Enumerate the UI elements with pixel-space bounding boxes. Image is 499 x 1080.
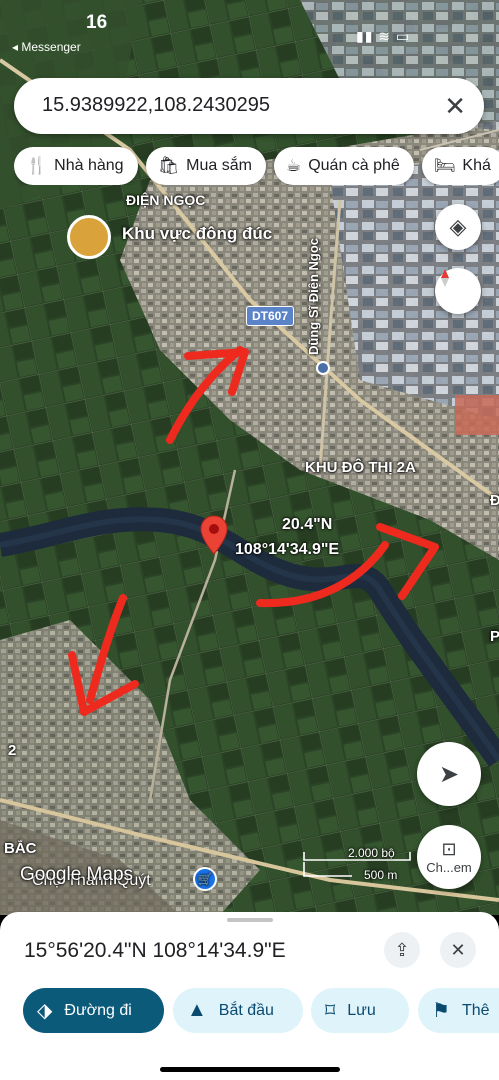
action-label: Thê xyxy=(461,1001,490,1019)
satellite-map[interactable]: ĐIỆN NGỌC Khu vực đông đúc DT607 Dũng Sĩ… xyxy=(0,0,499,915)
search-bar[interactable]: 15.9389922,108.2430295 ✕ xyxy=(14,78,484,134)
camera-icon: ⊡ xyxy=(441,839,457,859)
status-time: 16 xyxy=(86,12,108,33)
close-button[interactable]: ✕ xyxy=(440,932,476,968)
chip-shopping[interactable]: 🛍 Mua sắm xyxy=(145,147,266,185)
hotel-icon: 🛏 xyxy=(433,156,456,175)
place-bottom-sheet[interactable]: 15°56'20.4"N 108°14'34.9"E ⇪ ✕ ⬗ Đường đi… xyxy=(0,912,499,1080)
close-icon: ✕ xyxy=(450,939,466,960)
scale-metric: 500 m xyxy=(364,868,398,882)
search-query[interactable]: 15.9389922,108.2430295 xyxy=(42,94,270,117)
transit-icon xyxy=(316,361,330,375)
shopping-icon: 🛍 xyxy=(157,156,180,175)
back-to-app-link[interactable]: ◂ Messenger xyxy=(12,40,81,54)
street-view-label: Ch...em xyxy=(426,860,472,875)
action-label: Đường đi xyxy=(64,1001,132,1019)
signal-wifi-battery-icon: ▮▮ ≋ ▭ xyxy=(356,28,411,44)
share-button[interactable]: ⇪ xyxy=(384,932,420,968)
directions-button[interactable]: ⬗ Đường đi xyxy=(23,988,164,1033)
directions-icon: ⬗ xyxy=(37,1000,53,1022)
flag-button[interactable]: ⚑ Thê xyxy=(418,988,499,1033)
chip-label: Nhà hàng xyxy=(54,157,124,174)
compass-icon xyxy=(441,269,449,287)
map-label-bac: BẮC xyxy=(4,840,37,857)
layers-icon: ◈ xyxy=(449,214,467,239)
map-label-busy-area[interactable]: Khu vực đông đúc xyxy=(122,224,272,244)
action-label: Lưu xyxy=(347,1001,376,1019)
compass-button[interactable] xyxy=(435,268,481,314)
chip-label: Khá xyxy=(462,157,491,174)
layers-button[interactable]: ◈ xyxy=(435,204,481,250)
chip-restaurants[interactable]: 🍴 Nhà hàng xyxy=(14,147,138,185)
action-label: Bắt đầu xyxy=(218,1001,274,1019)
location-pin-icon[interactable] xyxy=(200,515,228,555)
chip-cafe[interactable]: ☕ Quán cà phê xyxy=(273,147,414,185)
chip-hotel[interactable]: 🛏 Khá xyxy=(421,147,499,185)
place-coordinates: 15°56'20.4"N 108°14'34.9"E xyxy=(24,939,286,962)
map-label-dien-ngoc: ĐIỆN NGỌC xyxy=(126,192,206,208)
start-button[interactable]: ▲ Bắt đầu xyxy=(173,988,303,1033)
chip-label: Quán cà phê xyxy=(308,157,400,174)
pin-label-lat: 20.4"N xyxy=(282,516,333,533)
share-icon: ⇪ xyxy=(394,939,410,960)
category-chips: 🍴 Nhà hàng 🛍 Mua sắm ☕ Quán cà phê 🛏 Khá xyxy=(14,147,499,185)
chip-label: Mua sắm xyxy=(186,157,252,174)
pin-label-lng: 108°14'34.9"E xyxy=(235,541,340,558)
shopping-cart-icon[interactable]: 🛒 xyxy=(193,867,217,891)
google-maps-watermark: Google Maps xyxy=(20,864,134,885)
navigation-arrow-icon: ➤ xyxy=(438,760,460,788)
map-label-khu-do-thi: KHU ĐÔ THỊ 2A xyxy=(305,459,416,476)
scale-imperial: 2.000 bộ xyxy=(348,846,395,860)
my-location-button[interactable]: ➤ xyxy=(417,742,481,806)
clear-search-icon[interactable]: ✕ xyxy=(444,91,466,122)
map-label-street: Dũng Sĩ Điện Ngọc xyxy=(306,238,321,355)
bookmark-icon: ⌑ xyxy=(325,1000,336,1022)
home-indicator[interactable] xyxy=(160,1067,340,1072)
save-button[interactable]: ⌑ Lưu xyxy=(311,988,409,1033)
sheet-drag-handle[interactable] xyxy=(227,918,273,922)
flag-icon: ⚑ xyxy=(432,1000,450,1022)
cafe-icon: ☕ xyxy=(285,156,302,175)
navigation-icon: ▲ xyxy=(187,999,207,1021)
restaurant-icon: 🍴 xyxy=(26,156,48,175)
street-view-button[interactable]: ⊡ Ch...em xyxy=(417,825,481,889)
road-badge-dt607: DT607 xyxy=(246,306,295,326)
map-label-2: 2 xyxy=(8,742,17,759)
map-label-p: P xyxy=(490,628,499,645)
busy-area-icon xyxy=(67,215,111,259)
status-bar: 16 ◂ Messenger ▮▮ ≋ ▭ xyxy=(0,0,499,60)
map-label-d: Đ xyxy=(490,492,499,509)
